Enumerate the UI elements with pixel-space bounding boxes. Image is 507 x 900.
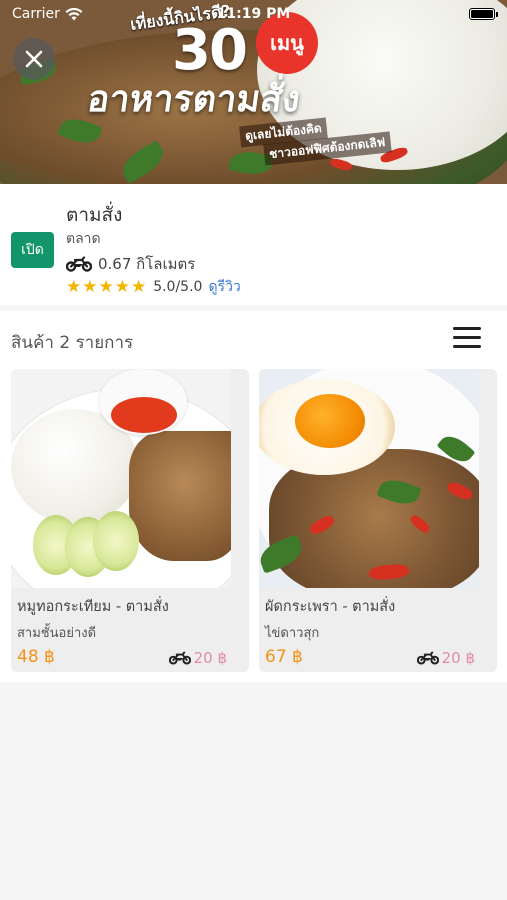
carrier-label: Carrier (12, 6, 60, 22)
close-button[interactable] (13, 38, 55, 80)
product-subtitle: ไข่ดาวสุก (265, 626, 320, 641)
store-distance: 0.67 กิโลเมตร (66, 252, 195, 276)
rating-text: 5.0/5.0 (153, 279, 203, 295)
store-rating: ★★★★★ 5.0/5.0 ดูรีวิว (66, 276, 241, 298)
product-image (259, 369, 479, 588)
rating-stars: ★★★★★ (66, 277, 148, 297)
store-category: ตลาด (66, 231, 101, 247)
close-icon (25, 50, 43, 68)
products-count: สินค้า 2 รายการ (11, 333, 134, 353)
battery-icon (469, 8, 498, 20)
motorbike-icon (66, 256, 92, 272)
product-card[interactable]: หมูทอกระเทียม - ตามสั่ง สามชั้นอย่างดี 4… (11, 369, 249, 672)
status-badge: เปิด (11, 232, 54, 268)
product-title: ผัดกระเพรา - ตามสั่ง (265, 599, 396, 615)
banner-headline: อาหารตามสั่ง (84, 79, 303, 120)
motorbike-icon (168, 651, 191, 665)
delivery-fee: 20 ฿ (416, 649, 475, 667)
hamburger-menu-icon[interactable] (453, 327, 481, 351)
products-section: สินค้า 2 รายการ หมูทอกระเทียม - ตามสั่ง … (0, 311, 507, 682)
distance-text: 0.67 กิโลเมตร (98, 255, 196, 273)
status-bar: Carrier 11:19 PM (0, 0, 507, 28)
status-time: 11:19 PM (216, 6, 291, 22)
store-name: ตามสั่ง (66, 204, 123, 226)
product-subtitle: สามชั้นอย่างดี (17, 626, 97, 641)
wifi-icon (65, 7, 83, 20)
delivery-fee: 20 ฿ (168, 649, 227, 667)
delivery-fee-text: 20 ฿ (441, 649, 475, 667)
motorbike-icon (416, 651, 439, 665)
product-price: 48 ฿ (17, 647, 55, 667)
view-reviews-link[interactable]: ดูรีวิว (208, 276, 240, 298)
product-title: หมูทอกระเทียม - ตามสั่ง (17, 599, 169, 615)
store-info: เปิด ตามสั่ง ตลาด 0.67 กิโลเมตร ★★★★★ 5.… (0, 184, 507, 305)
delivery-fee-text: 20 ฿ (193, 649, 227, 667)
product-price: 67 ฿ (265, 647, 303, 667)
product-card[interactable]: ผัดกระเพรา - ตามสั่ง ไข่ดาวสุก 67 ฿ 20 ฿ (259, 369, 497, 672)
product-image (11, 369, 231, 588)
